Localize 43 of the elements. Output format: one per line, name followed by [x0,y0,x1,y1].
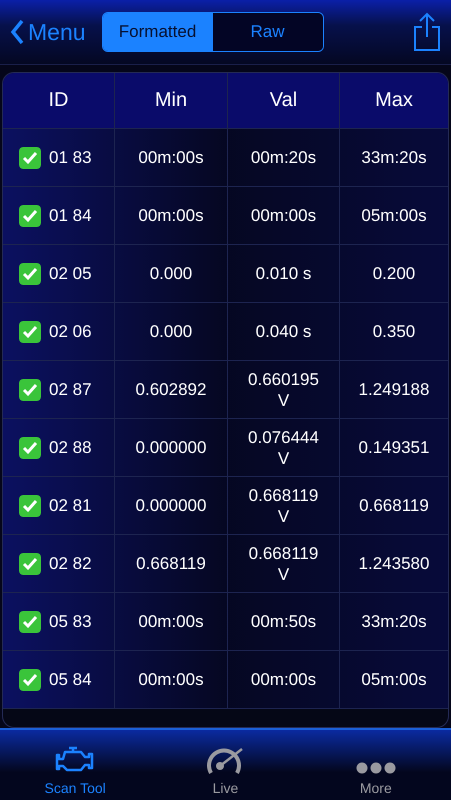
table-cell: 00m:00s [115,651,228,709]
more-icon [356,762,396,774]
checkbox[interactable] [19,146,41,168]
table-cell-text: 0.668119 V [248,484,320,526]
table-cell: 0.040 s [256,321,312,342]
back-chevron-icon [10,19,24,45]
table-cell: 02 82 [49,554,92,574]
table-cell-text: 0.668119 V [248,542,320,584]
table-cell: 05 83 [49,612,92,632]
checkbox[interactable] [19,494,41,516]
table-cell: 01 83 [49,148,92,168]
segment-tab[interactable]: Raw [212,13,323,51]
tab-bar-item[interactable]: More [300,730,451,800]
checkbox[interactable] [19,378,41,400]
checkbox[interactable] [19,204,41,226]
table-cell: 02 87 [49,380,92,400]
segment-tab[interactable]: Formatted [102,13,213,51]
table-cell: 01 84 [49,206,92,226]
back-button[interactable]: Menu [10,18,86,46]
checkbox[interactable] [19,320,41,342]
engine-icon [55,746,96,774]
table-cell: 02 88 [49,438,92,458]
speedometer-icon [206,746,244,774]
checkbox[interactable] [19,610,41,632]
table-cell-text: 0.660195 V [247,368,320,410]
checkbox[interactable] [19,668,41,690]
checkbox[interactable] [19,436,41,458]
table-cell: 05m:00s [340,651,448,709]
table-cell: 00m:00s [250,669,316,690]
table-cell: 00m:00s [250,205,316,226]
tab-bar-item[interactable]: Live [150,730,301,800]
table-cell: 00m:50s [250,611,316,632]
table-cell: 02 81 [49,496,92,516]
table-cell-text: 0.076444 V [247,426,320,468]
table-cell: 00m:20s [250,147,316,168]
checkbox[interactable] [19,552,41,574]
table-cell: 0.010 s [256,263,312,284]
checkbox[interactable] [19,262,41,284]
table-cell: 02 06 [49,322,92,342]
table-cell: 05 84 [49,670,92,690]
table-cell: 02 05 [49,264,92,284]
share-icon[interactable] [413,12,441,52]
tab-bar-item[interactable]: Scan Tool [0,730,150,800]
